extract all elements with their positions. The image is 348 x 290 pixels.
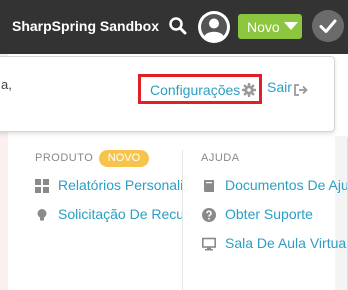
app-root: SharpSpring Sandbox Novo a, Configuraçõe… <box>0 0 348 290</box>
dashboard-icon <box>35 179 49 193</box>
novo-button-label: Novo <box>247 19 280 35</box>
menu-item-custom-reports[interactable]: Relatórios Personalizados <box>35 176 182 196</box>
search-icon[interactable] <box>168 15 188 37</box>
column-divider <box>182 150 183 290</box>
sign-out-icon[interactable] <box>293 83 309 97</box>
menu-item-get-support[interactable]: Obter Suporte <box>202 205 347 225</box>
settings-link[interactable]: Configurações <box>138 74 262 104</box>
account-name[interactable]: SharpSpring Sandbox <box>12 18 159 34</box>
menu-item-label: Sala De Aula Virtual <box>225 235 347 251</box>
menu-item-label: Relatórios Personalizados <box>58 177 182 193</box>
greeting-text-fragment: a, <box>1 77 12 92</box>
menu-item-label: Solicitação De Recursos <box>58 206 182 222</box>
ajuda-items: Documentos De Ajuda Obter Suporte <box>200 136 347 290</box>
question-circle-icon <box>202 208 216 222</box>
lightbulb-icon <box>35 208 49 222</box>
caret-down-icon <box>284 22 298 30</box>
monitor-icon <box>202 237 216 251</box>
logout-link[interactable]: Sair <box>267 79 292 99</box>
menu-item-virtual-classroom[interactable]: Sala De Aula Virtual <box>202 234 347 254</box>
top-navigation-bar: SharpSpring Sandbox Novo <box>0 0 348 54</box>
menu-item-feature-request[interactable]: Solicitação De Recursos <box>35 205 182 225</box>
menu-item-label: Documentos De Ajuda <box>225 177 347 193</box>
menu-item-help-docs[interactable]: Documentos De Ajuda <box>202 176 347 196</box>
gear-icon <box>242 83 256 97</box>
user-menu-header: a, Configurações Sair <box>0 56 335 132</box>
user-menu-dropdown: a, Configurações Sair PRODUTO NOVO Relat… <box>0 54 348 290</box>
check-icon[interactable] <box>312 10 344 42</box>
user-avatar-icon[interactable] <box>198 11 230 43</box>
novo-button[interactable]: Novo <box>238 14 302 39</box>
menu-item-label: Obter Suporte <box>225 206 313 222</box>
produto-items: Relatórios Personalizados Solicitação De… <box>35 136 182 290</box>
book-icon <box>202 179 216 193</box>
settings-link-label: Configurações <box>150 82 241 98</box>
